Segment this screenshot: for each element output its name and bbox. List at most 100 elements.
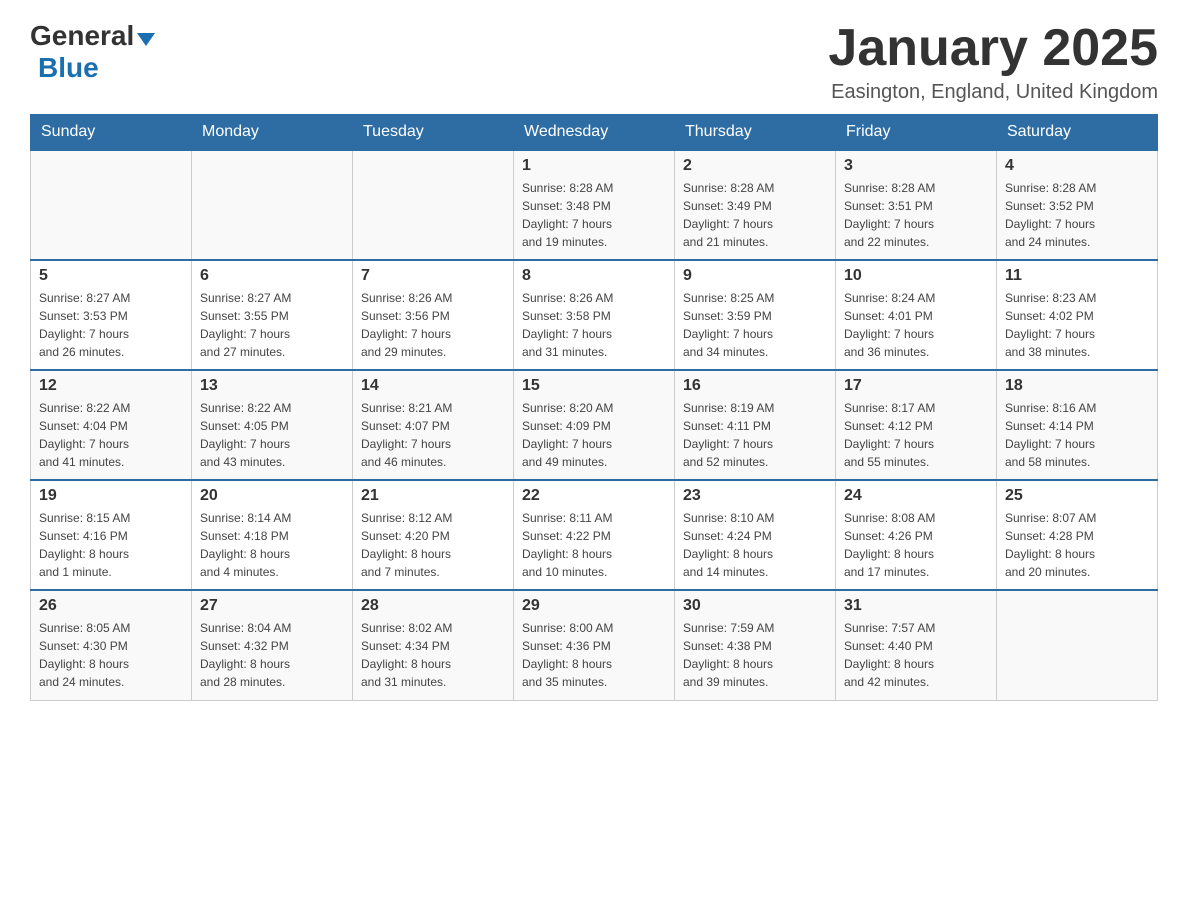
calendar-cell: 18 Sunrise: 8:16 AMSunset: 4:14 PMDayligh… bbox=[997, 370, 1158, 480]
calendar-cell: 28 Sunrise: 8:02 AMSunset: 4:34 PMDayligh… bbox=[353, 590, 514, 700]
day-info: Sunrise: 8:25 AMSunset: 3:59 PMDaylight:… bbox=[683, 289, 827, 361]
day-number: 27 bbox=[200, 597, 344, 615]
calendar-cell: 7 Sunrise: 8:26 AMSunset: 3:56 PMDaylight… bbox=[353, 260, 514, 370]
calendar-cell: 27Sunrise: 8:04 AMSunset: 4:32 PMDayligh… bbox=[192, 590, 353, 700]
day-info: Sunrise: 8:22 AMSunset: 4:04 PMDaylight:… bbox=[39, 399, 183, 471]
calendar-cell: 10 Sunrise: 8:24 AMSunset: 4:01 PMDayligh… bbox=[836, 260, 997, 370]
calendar-cell: 15 Sunrise: 8:20 AMSunset: 4:09 PMDayligh… bbox=[514, 370, 675, 480]
day-header-thursday: Thursday bbox=[675, 115, 836, 151]
day-info: Sunrise: 8:07 AMSunset: 4:28 PMDaylight:… bbox=[1005, 509, 1149, 581]
calendar-week-row: 26Sunrise: 8:05 AMSunset: 4:30 PMDayligh… bbox=[31, 590, 1158, 700]
day-number: 30 bbox=[683, 597, 827, 615]
day-header-wednesday: Wednesday bbox=[514, 115, 675, 151]
calendar-cell: 20 Sunrise: 8:14 AMSunset: 4:18 PMDayligh… bbox=[192, 480, 353, 590]
day-number: 9 bbox=[683, 267, 827, 285]
calendar-cell: 17 Sunrise: 8:17 AMSunset: 4:12 PMDayligh… bbox=[836, 370, 997, 480]
day-number: 12 bbox=[39, 377, 183, 395]
calendar-cell: 2 Sunrise: 8:28 AMSunset: 3:49 PMDaylight… bbox=[675, 150, 836, 260]
day-number: 8 bbox=[522, 267, 666, 285]
day-info: Sunrise: 8:11 AMSunset: 4:22 PMDaylight:… bbox=[522, 509, 666, 581]
day-number: 14 bbox=[361, 377, 505, 395]
day-header-saturday: Saturday bbox=[997, 115, 1158, 151]
day-number: 18 bbox=[1005, 377, 1149, 395]
day-number: 19 bbox=[39, 487, 183, 505]
page-header: General Blue January 2025 Easington, Eng… bbox=[30, 20, 1158, 104]
day-header-tuesday: Tuesday bbox=[353, 115, 514, 151]
day-number: 6 bbox=[200, 267, 344, 285]
logo-blue: Blue bbox=[38, 52, 99, 83]
day-info: Sunrise: 8:02 AMSunset: 4:34 PMDaylight:… bbox=[361, 619, 505, 691]
day-info: Sunrise: 8:28 AMSunset: 3:51 PMDaylight:… bbox=[844, 179, 988, 251]
day-info: Sunrise: 8:22 AMSunset: 4:05 PMDaylight:… bbox=[200, 399, 344, 471]
logo: General Blue bbox=[30, 20, 155, 84]
calendar-cell: 8 Sunrise: 8:26 AMSunset: 3:58 PMDaylight… bbox=[514, 260, 675, 370]
calendar-cell bbox=[353, 150, 514, 260]
calendar-cell: 4 Sunrise: 8:28 AMSunset: 3:52 PMDaylight… bbox=[997, 150, 1158, 260]
day-number: 15 bbox=[522, 377, 666, 395]
day-info: Sunrise: 8:21 AMSunset: 4:07 PMDaylight:… bbox=[361, 399, 505, 471]
calendar-cell: 9 Sunrise: 8:25 AMSunset: 3:59 PMDaylight… bbox=[675, 260, 836, 370]
day-info: Sunrise: 8:08 AMSunset: 4:26 PMDaylight:… bbox=[844, 509, 988, 581]
day-info: Sunrise: 8:16 AMSunset: 4:14 PMDaylight:… bbox=[1005, 399, 1149, 471]
calendar-cell bbox=[31, 150, 192, 260]
calendar-cell: 11Sunrise: 8:23 AMSunset: 4:02 PMDayligh… bbox=[997, 260, 1158, 370]
calendar-table: SundayMondayTuesdayWednesdayThursdayFrid… bbox=[30, 114, 1158, 701]
day-number: 28 bbox=[361, 597, 505, 615]
calendar-cell: 23Sunrise: 8:10 AMSunset: 4:24 PMDayligh… bbox=[675, 480, 836, 590]
day-header-friday: Friday bbox=[836, 115, 997, 151]
day-info: Sunrise: 8:00 AMSunset: 4:36 PMDaylight:… bbox=[522, 619, 666, 691]
day-info: Sunrise: 8:24 AMSunset: 4:01 PMDaylight:… bbox=[844, 289, 988, 361]
day-info: Sunrise: 8:26 AMSunset: 3:58 PMDaylight:… bbox=[522, 289, 666, 361]
day-number: 31 bbox=[844, 597, 988, 615]
calendar-cell: 12 Sunrise: 8:22 AMSunset: 4:04 PMDayligh… bbox=[31, 370, 192, 480]
day-number: 10 bbox=[844, 267, 988, 285]
calendar-cell: 22 Sunrise: 8:11 AMSunset: 4:22 PMDayligh… bbox=[514, 480, 675, 590]
day-number: 20 bbox=[200, 487, 344, 505]
day-info: Sunrise: 8:28 AMSunset: 3:52 PMDaylight:… bbox=[1005, 179, 1149, 251]
calendar-cell: 3 Sunrise: 8:28 AMSunset: 3:51 PMDaylight… bbox=[836, 150, 997, 260]
day-info: Sunrise: 7:57 AMSunset: 4:40 PMDaylight:… bbox=[844, 619, 988, 691]
day-number: 3 bbox=[844, 157, 988, 175]
day-info: Sunrise: 8:17 AMSunset: 4:12 PMDaylight:… bbox=[844, 399, 988, 471]
month-title: January 2025 bbox=[828, 20, 1158, 77]
calendar-header-row: SundayMondayTuesdayWednesdayThursdayFrid… bbox=[31, 115, 1158, 151]
day-info: Sunrise: 8:27 AMSunset: 3:53 PMDaylight:… bbox=[39, 289, 183, 361]
calendar-cell: 16Sunrise: 8:19 AMSunset: 4:11 PMDayligh… bbox=[675, 370, 836, 480]
day-number: 23 bbox=[683, 487, 827, 505]
day-number: 25 bbox=[1005, 487, 1149, 505]
day-number: 22 bbox=[522, 487, 666, 505]
day-number: 7 bbox=[361, 267, 505, 285]
day-number: 17 bbox=[844, 377, 988, 395]
calendar-cell: 31 Sunrise: 7:57 AMSunset: 4:40 PMDayligh… bbox=[836, 590, 997, 700]
calendar-cell: 26Sunrise: 8:05 AMSunset: 4:30 PMDayligh… bbox=[31, 590, 192, 700]
calendar-cell: 21 Sunrise: 8:12 AMSunset: 4:20 PMDayligh… bbox=[353, 480, 514, 590]
day-header-sunday: Sunday bbox=[31, 115, 192, 151]
calendar-cell: 29 Sunrise: 8:00 AMSunset: 4:36 PMDayligh… bbox=[514, 590, 675, 700]
day-number: 2 bbox=[683, 157, 827, 175]
logo-triangle-icon bbox=[137, 33, 155, 46]
day-number: 4 bbox=[1005, 157, 1149, 175]
calendar-cell: 24 Sunrise: 8:08 AMSunset: 4:26 PMDayligh… bbox=[836, 480, 997, 590]
day-number: 5 bbox=[39, 267, 183, 285]
calendar-cell: 14 Sunrise: 8:21 AMSunset: 4:07 PMDayligh… bbox=[353, 370, 514, 480]
day-info: Sunrise: 8:26 AMSunset: 3:56 PMDaylight:… bbox=[361, 289, 505, 361]
day-info: Sunrise: 8:20 AMSunset: 4:09 PMDaylight:… bbox=[522, 399, 666, 471]
calendar-week-row: 19Sunrise: 8:15 AMSunset: 4:16 PMDayligh… bbox=[31, 480, 1158, 590]
calendar-cell: 5 Sunrise: 8:27 AMSunset: 3:53 PMDaylight… bbox=[31, 260, 192, 370]
day-number: 11 bbox=[1005, 267, 1149, 285]
calendar-week-row: 12 Sunrise: 8:22 AMSunset: 4:04 PMDayligh… bbox=[31, 370, 1158, 480]
day-info: Sunrise: 8:14 AMSunset: 4:18 PMDaylight:… bbox=[200, 509, 344, 581]
day-info: Sunrise: 7:59 AMSunset: 4:38 PMDaylight:… bbox=[683, 619, 827, 691]
calendar-week-row: 5 Sunrise: 8:27 AMSunset: 3:53 PMDaylight… bbox=[31, 260, 1158, 370]
day-number: 26 bbox=[39, 597, 183, 615]
calendar-cell: 30 Sunrise: 7:59 AMSunset: 4:38 PMDayligh… bbox=[675, 590, 836, 700]
day-number: 24 bbox=[844, 487, 988, 505]
calendar-cell: 19Sunrise: 8:15 AMSunset: 4:16 PMDayligh… bbox=[31, 480, 192, 590]
day-number: 29 bbox=[522, 597, 666, 615]
logo-general: General bbox=[30, 20, 134, 52]
day-number: 21 bbox=[361, 487, 505, 505]
day-info: Sunrise: 8:28 AMSunset: 3:48 PMDaylight:… bbox=[522, 179, 666, 251]
calendar-cell bbox=[192, 150, 353, 260]
day-info: Sunrise: 8:12 AMSunset: 4:20 PMDaylight:… bbox=[361, 509, 505, 581]
day-info: Sunrise: 8:28 AMSunset: 3:49 PMDaylight:… bbox=[683, 179, 827, 251]
